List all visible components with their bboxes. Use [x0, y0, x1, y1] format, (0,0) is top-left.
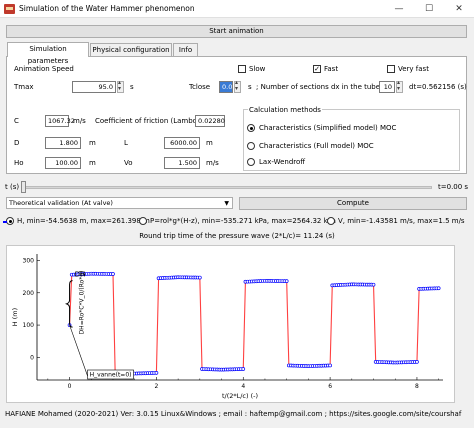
- minimize-button[interactable]: —: [384, 0, 414, 18]
- legend-h-swatch: [3, 221, 7, 223]
- title-bar: Simulation of the Water Hammer phenomeno…: [0, 0, 474, 18]
- data-point: [328, 363, 332, 368]
- method-full-moc-radio[interactable]: [247, 142, 255, 150]
- time-readout: t=0.00 s: [438, 183, 469, 191]
- y-axis-label: H (m): [11, 308, 19, 326]
- tab-physical-configuration[interactable]: Physical configuration: [90, 43, 172, 56]
- maximize-button[interactable]: ☐: [414, 0, 444, 18]
- x-axis-label: t/(2*L/c) (-): [222, 392, 258, 400]
- tmax-spinner[interactable]: [117, 79, 124, 93]
- chevron-down-icon: ▼: [224, 200, 229, 207]
- fast-checkbox[interactable]: ✓: [313, 65, 321, 73]
- d-label: D: [14, 139, 20, 147]
- tmax-label: Tmax: [14, 83, 34, 91]
- l-input[interactable]: 6000.00: [164, 137, 200, 149]
- method-full-moc-label: Characteristics (Full model) MOC: [259, 142, 374, 150]
- y-tick-label: 200: [23, 290, 35, 297]
- app-icon: [4, 4, 15, 14]
- legend-h-label: H, min=-54.5638 m, max=261.398 m: [17, 217, 150, 225]
- slow-label: Slow: [249, 65, 266, 73]
- y-tick-label: 300: [23, 257, 35, 264]
- x-tick-label: 6: [328, 383, 332, 390]
- calculation-methods-title: Calculation methods: [248, 106, 322, 114]
- tclose-input[interactable]: 0.0: [219, 81, 233, 93]
- vo-input[interactable]: 1.500: [164, 157, 200, 169]
- tab-simulation-parameters[interactable]: Simulation parameters: [7, 42, 89, 65]
- very-fast-label: Very fast: [398, 65, 429, 73]
- validation-select[interactable]: Theoretical validation (At valve) ▼: [6, 197, 233, 209]
- tmax-input[interactable]: 95.0: [72, 81, 116, 93]
- x-tick-label: 4: [241, 383, 245, 390]
- data-point: [284, 279, 289, 283]
- tclose-label: Tclose: [189, 83, 211, 91]
- status-bar: HAFIANE Mohamed (2020-2021) Ver: 3.0.15 …: [5, 410, 462, 418]
- time-slider-label: t (s): [5, 183, 20, 191]
- data-point: [154, 371, 159, 375]
- x-tick-label: 0: [68, 383, 72, 390]
- x-tick-label: 8: [415, 383, 419, 390]
- ho-input[interactable]: 100.00: [45, 157, 81, 169]
- x-tick-label: 2: [154, 383, 158, 390]
- method-simplified-moc-radio[interactable]: [247, 124, 255, 132]
- time-slider-handle[interactable]: [21, 181, 26, 193]
- data-point: [197, 275, 202, 280]
- y-tick-label: 100: [23, 322, 35, 329]
- c-input[interactable]: 1067.32: [45, 115, 75, 127]
- method-simplified-moc-label: Characteristics (Simplified model) MOC: [259, 124, 397, 132]
- time-slider-track[interactable]: [22, 186, 432, 189]
- ho-label: Ho: [14, 159, 24, 167]
- close-button[interactable]: ✕: [444, 0, 474, 18]
- tclose-unit: s: [248, 83, 252, 91]
- tab-info[interactable]: Info: [173, 43, 198, 56]
- dt-readout: dt=0.562156 (s): [409, 83, 467, 91]
- sections-input[interactable]: 10: [379, 81, 395, 93]
- window-title: Simulation of the Water Hammer phenomeno…: [19, 4, 195, 13]
- c-label: C: [14, 117, 19, 125]
- h-vanne-annotation: H_vanne(t=0): [90, 372, 132, 379]
- validation-select-value: Theoretical validation (At valve): [9, 199, 113, 207]
- dh-formula-annotation: DH=Ro*C*V_0/(Ro*g): [79, 270, 86, 334]
- ho-unit: m: [89, 159, 96, 167]
- vo-unit: m/s: [206, 159, 219, 167]
- method-lax-wendroff-radio[interactable]: [247, 158, 255, 166]
- sections-spinner[interactable]: [396, 79, 403, 93]
- slow-checkbox[interactable]: [238, 65, 246, 73]
- d-input[interactable]: 1.800: [45, 137, 81, 149]
- compute-button[interactable]: Compute: [239, 197, 467, 210]
- sections-label: ; Number of sections dx in the tube: [256, 83, 381, 91]
- l-unit: m: [206, 139, 213, 147]
- data-point: [436, 286, 441, 291]
- round-trip-text: Round trip time of the pressure wave (2*…: [139, 232, 335, 240]
- d-unit: m: [89, 139, 96, 147]
- legend-p-radio[interactable]: [139, 217, 147, 225]
- water-hammer-chart: 0 2 4 6 80100200300t/(2*L/c) (-)H (m) DHDH=R…: [11, 254, 443, 400]
- l-label: L: [124, 139, 128, 147]
- legend-h-radio[interactable]: [6, 217, 14, 225]
- y-tick-label: 0: [30, 354, 34, 361]
- vo-label: Vo: [124, 159, 133, 167]
- legend-v-label: V, min=-1.43581 m/s, max=1.5 m/s: [338, 217, 465, 225]
- data-point: [415, 360, 419, 364]
- start-animation-button[interactable]: Start animation: [6, 25, 467, 38]
- tclose-spinner[interactable]: [234, 79, 241, 93]
- data-point: [241, 367, 246, 371]
- legend-v-radio[interactable]: [327, 217, 335, 225]
- data-point: [111, 272, 115, 276]
- lambda-input[interactable]: 0.02280: [195, 115, 225, 127]
- fast-label: Fast: [324, 65, 339, 73]
- very-fast-checkbox[interactable]: [387, 65, 395, 73]
- c-unit: m/s: [73, 117, 86, 125]
- theory-line: [69, 273, 439, 375]
- method-lax-wendroff-label: Lax-Wendroff: [259, 158, 306, 166]
- tmax-unit: s: [130, 83, 134, 91]
- legend-p-label: P=rol*g*(H-z), min=-535.271 kPa, max=256…: [150, 217, 336, 225]
- data-point: [371, 282, 376, 287]
- plot-area: 0 2 4 6 8 0 100 200 300 t/(2*L/c) (-) H (m) DH DH=R…: [6, 245, 455, 403]
- lambda-label: Coefficient of friction (Lambda): [95, 117, 205, 125]
